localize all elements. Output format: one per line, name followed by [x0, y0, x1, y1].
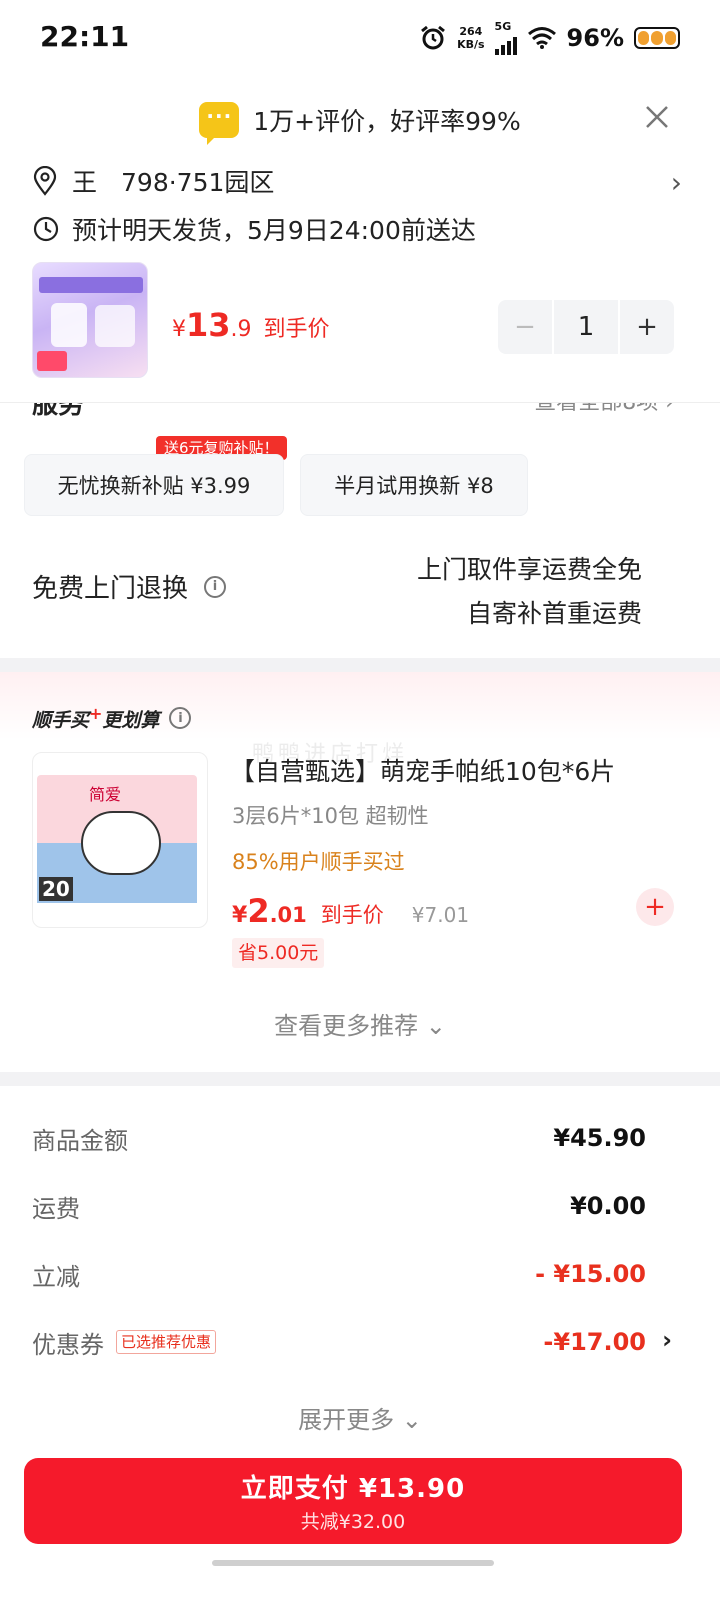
info-icon[interactable]: i [204, 575, 227, 598]
recipient-address: 798·751园区 [121, 168, 275, 197]
view-more-recommendations[interactable]: 查看更多推荐 ⌄ [0, 1006, 720, 1041]
alarm-icon [421, 25, 445, 49]
home-indicator[interactable] [212, 1560, 494, 1566]
free-return-note: 上门取件享运费全免 自寄补首重运费 [416, 555, 642, 628]
chevron-right-icon[interactable]: › [671, 166, 682, 199]
shipping-estimate: 预计明天发货，5月9日24:00前送达 [72, 216, 476, 245]
close-icon[interactable] [640, 100, 674, 134]
review-summary: 1万+评价，好评率99% [253, 107, 521, 136]
chevron-right-icon[interactable]: › [662, 1326, 672, 1354]
battery-icon [634, 26, 680, 49]
divider [0, 402, 720, 403]
quantity-value[interactable]: 1 [554, 300, 618, 354]
recipient-name: 王 [72, 168, 98, 197]
total-savings-label: 共减¥32.00 [300, 1511, 406, 1533]
bundle-product-spec: 3层6片*10包 超韧性 [232, 804, 429, 828]
expand-more-button[interactable]: 展开更多 ⌄ [0, 1400, 720, 1435]
service-option-worry-free[interactable]: 无忧换新补贴 ¥3.99 [24, 454, 284, 516]
product-image[interactable] [32, 262, 148, 378]
pay-now-label: 立即支付 ¥13.90 [240, 1474, 466, 1504]
savings-badge: 省5.00元 [232, 938, 325, 968]
wifi-icon [527, 26, 556, 49]
clock: 22:11 [40, 20, 130, 53]
bundle-buyers-stat: 85%用户顺手买过 [232, 850, 405, 874]
bundle-section-title: 顺手买+更划算 i [32, 704, 192, 732]
bundle-product-title[interactable]: 【自营甄选】萌宠手帕纸10包*6片 [230, 752, 615, 788]
status-icons: 264 KB/s 5G 96% [419, 20, 680, 55]
original-price: ¥7.01 [411, 903, 470, 927]
chat-bubble-icon: ··· [199, 102, 240, 145]
summary-row-discount: 立减 - ¥15.00 [32, 1260, 646, 1291]
review-banner: ··· 1万+评价，好评率99% [0, 92, 720, 148]
free-return-row: 免费上门退换 i [32, 568, 227, 605]
summary-row-subtotal: 商品金额 ¥45.90 [32, 1124, 646, 1155]
bundle-product-image[interactable]: 简爱 20 [32, 752, 208, 928]
summary-row-shipping: 运费 ¥0.00 [32, 1192, 646, 1223]
free-return-label: 免费上门退换 [32, 574, 189, 604]
clock-icon [33, 216, 59, 242]
coupon-chip: 已选推荐优惠 [116, 1330, 217, 1354]
product-price: ¥ 13 .9 到手价 [172, 306, 330, 344]
summary-row-coupon[interactable]: 优惠券 已选推荐优惠 -¥17.00 [32, 1322, 646, 1362]
location-pin-icon [33, 166, 57, 196]
net-speed: 264 KB/s [457, 24, 485, 51]
bundle-product-price: ¥ 2 .01 到手价 ¥7.01 [232, 892, 470, 930]
signal-icon [494, 33, 517, 55]
decrease-quantity-button[interactable]: − [498, 300, 552, 354]
pay-now-button[interactable]: 立即支付 ¥13.90 共减¥32.00 [24, 1458, 682, 1544]
info-icon[interactable]: i [169, 707, 192, 730]
service-option-half-month-trial[interactable]: 半月试用换新 ¥8 [300, 454, 528, 516]
increase-quantity-button[interactable]: + [620, 300, 674, 354]
add-bundle-item-button[interactable]: + [636, 888, 674, 926]
network-type: 5G [494, 20, 512, 33]
quantity-stepper: − 1 + [498, 300, 676, 354]
battery-percent: 96% [566, 23, 624, 52]
section-divider [0, 1072, 720, 1086]
address-row[interactable]: 王 798·751园区 [32, 160, 688, 202]
shipping-row: 预计明天发货，5月9日24:00前送达 [32, 208, 476, 250]
scroll-overlay [0, 378, 720, 402]
section-divider [0, 658, 720, 672]
